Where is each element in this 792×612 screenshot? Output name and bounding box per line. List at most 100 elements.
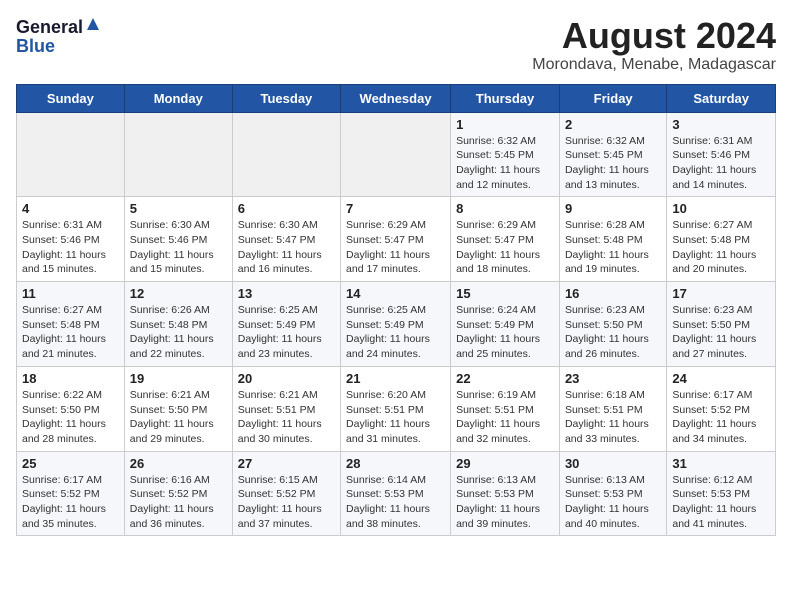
- day-number: 28: [346, 456, 445, 471]
- title-block: August 2024 Morondava, Menabe, Madagasca…: [532, 16, 776, 74]
- logo: General Blue: [16, 16, 101, 57]
- day-info: Sunrise: 6:30 AM Sunset: 5:47 PM Dayligh…: [238, 218, 335, 277]
- week-row-1: 4 Sunrise: 6:31 AM Sunset: 5:46 PM Daylig…: [17, 197, 776, 282]
- header-saturday: Saturday: [667, 84, 776, 112]
- day-number: 3: [672, 117, 770, 132]
- day-info: Sunrise: 6:32 AM Sunset: 5:45 PM Dayligh…: [456, 134, 554, 193]
- day-cell: 16 Sunrise: 6:23 AM Sunset: 5:50 PM Dayli…: [559, 282, 666, 367]
- day-info: Sunrise: 6:23 AM Sunset: 5:50 PM Dayligh…: [672, 303, 770, 362]
- day-info: Sunrise: 6:23 AM Sunset: 5:50 PM Dayligh…: [565, 303, 661, 362]
- week-row-2: 11 Sunrise: 6:27 AM Sunset: 5:48 PM Dayli…: [17, 282, 776, 367]
- day-cell: 14 Sunrise: 6:25 AM Sunset: 5:49 PM Dayli…: [341, 282, 451, 367]
- day-cell: 4 Sunrise: 6:31 AM Sunset: 5:46 PM Daylig…: [17, 197, 125, 282]
- header-wednesday: Wednesday: [341, 84, 451, 112]
- logo-general-text: General: [16, 18, 83, 36]
- day-cell: 22 Sunrise: 6:19 AM Sunset: 5:51 PM Dayli…: [451, 366, 560, 451]
- day-cell: 25 Sunrise: 6:17 AM Sunset: 5:52 PM Dayli…: [17, 451, 125, 536]
- day-cell: 24 Sunrise: 6:17 AM Sunset: 5:52 PM Dayli…: [667, 366, 776, 451]
- day-info: Sunrise: 6:17 AM Sunset: 5:52 PM Dayligh…: [22, 473, 119, 532]
- day-number: 5: [130, 201, 227, 216]
- day-info: Sunrise: 6:27 AM Sunset: 5:48 PM Dayligh…: [672, 218, 770, 277]
- day-cell: [341, 112, 451, 197]
- day-info: Sunrise: 6:22 AM Sunset: 5:50 PM Dayligh…: [22, 388, 119, 447]
- day-cell: 18Sunrise: 6:22 AM Sunset: 5:50 PM Dayli…: [17, 366, 125, 451]
- day-info: Sunrise: 6:31 AM Sunset: 5:46 PM Dayligh…: [22, 218, 119, 277]
- day-number: 8: [456, 201, 554, 216]
- day-cell: 20 Sunrise: 6:21 AM Sunset: 5:51 PM Dayli…: [232, 366, 340, 451]
- day-number: 1: [456, 117, 554, 132]
- day-cell: 26Sunrise: 6:16 AM Sunset: 5:52 PM Dayli…: [124, 451, 232, 536]
- day-number: 29: [456, 456, 554, 471]
- day-number: 20: [238, 371, 335, 386]
- day-number: 15: [456, 286, 554, 301]
- day-cell: 10Sunrise: 6:27 AM Sunset: 5:48 PM Dayli…: [667, 197, 776, 282]
- calendar-header-row: SundayMondayTuesdayWednesdayThursdayFrid…: [17, 84, 776, 112]
- day-info: Sunrise: 6:20 AM Sunset: 5:51 PM Dayligh…: [346, 388, 445, 447]
- header-friday: Friday: [559, 84, 666, 112]
- day-number: 23: [565, 371, 661, 386]
- day-cell: 13Sunrise: 6:25 AM Sunset: 5:49 PM Dayli…: [232, 282, 340, 367]
- day-info: Sunrise: 6:24 AM Sunset: 5:49 PM Dayligh…: [456, 303, 554, 362]
- day-cell: 19Sunrise: 6:21 AM Sunset: 5:50 PM Dayli…: [124, 366, 232, 451]
- day-info: Sunrise: 6:15 AM Sunset: 5:52 PM Dayligh…: [238, 473, 335, 532]
- day-number: 12: [130, 286, 227, 301]
- day-cell: 12 Sunrise: 6:26 AM Sunset: 5:48 PM Dayli…: [124, 282, 232, 367]
- day-cell: 28Sunrise: 6:14 AM Sunset: 5:53 PM Dayli…: [341, 451, 451, 536]
- day-cell: 8Sunrise: 6:29 AM Sunset: 5:47 PM Daylig…: [451, 197, 560, 282]
- day-info: Sunrise: 6:25 AM Sunset: 5:49 PM Dayligh…: [346, 303, 445, 362]
- calendar-subtitle: Morondava, Menabe, Madagascar: [532, 56, 776, 74]
- day-info: Sunrise: 6:12 AM Sunset: 5:53 PM Dayligh…: [672, 473, 770, 532]
- week-row-4: 25 Sunrise: 6:17 AM Sunset: 5:52 PM Dayli…: [17, 451, 776, 536]
- day-info: Sunrise: 6:21 AM Sunset: 5:51 PM Dayligh…: [238, 388, 335, 447]
- day-number: 4: [22, 201, 119, 216]
- day-number: 7: [346, 201, 445, 216]
- day-number: 2: [565, 117, 661, 132]
- day-number: 11: [22, 286, 119, 301]
- day-info: Sunrise: 6:27 AM Sunset: 5:48 PM Dayligh…: [22, 303, 119, 362]
- day-cell: 31 Sunrise: 6:12 AM Sunset: 5:53 PM Dayli…: [667, 451, 776, 536]
- day-cell: 30Sunrise: 6:13 AM Sunset: 5:53 PM Dayli…: [559, 451, 666, 536]
- day-info: Sunrise: 6:31 AM Sunset: 5:46 PM Dayligh…: [672, 134, 770, 193]
- day-cell: 21 Sunrise: 6:20 AM Sunset: 5:51 PM Dayli…: [341, 366, 451, 451]
- day-number: 25: [22, 456, 119, 471]
- day-info: Sunrise: 6:26 AM Sunset: 5:48 PM Dayligh…: [130, 303, 227, 362]
- day-info: Sunrise: 6:21 AM Sunset: 5:50 PM Dayligh…: [130, 388, 227, 447]
- day-cell: 7Sunrise: 6:29 AM Sunset: 5:47 PM Daylig…: [341, 197, 451, 282]
- day-number: 9: [565, 201, 661, 216]
- day-cell: 1 Sunrise: 6:32 AM Sunset: 5:45 PM Daylig…: [451, 112, 560, 197]
- header-monday: Monday: [124, 84, 232, 112]
- day-info: Sunrise: 6:17 AM Sunset: 5:52 PM Dayligh…: [672, 388, 770, 447]
- day-info: Sunrise: 6:30 AM Sunset: 5:46 PM Dayligh…: [130, 218, 227, 277]
- day-cell: 5 Sunrise: 6:30 AM Sunset: 5:46 PM Daylig…: [124, 197, 232, 282]
- day-number: 30: [565, 456, 661, 471]
- day-number: 27: [238, 456, 335, 471]
- day-number: 26: [130, 456, 227, 471]
- logo-icon: [85, 16, 101, 32]
- day-number: 13: [238, 286, 335, 301]
- day-cell: 2 Sunrise: 6:32 AM Sunset: 5:45 PM Daylig…: [559, 112, 666, 197]
- week-row-0: 1 Sunrise: 6:32 AM Sunset: 5:45 PM Daylig…: [17, 112, 776, 197]
- day-cell: [124, 112, 232, 197]
- day-cell: 11 Sunrise: 6:27 AM Sunset: 5:48 PM Dayli…: [17, 282, 125, 367]
- day-cell: [232, 112, 340, 197]
- day-cell: 27 Sunrise: 6:15 AM Sunset: 5:52 PM Dayli…: [232, 451, 340, 536]
- day-cell: [17, 112, 125, 197]
- day-cell: 15 Sunrise: 6:24 AM Sunset: 5:49 PM Dayli…: [451, 282, 560, 367]
- header-sunday: Sunday: [17, 84, 125, 112]
- day-number: 24: [672, 371, 770, 386]
- day-number: 22: [456, 371, 554, 386]
- day-info: Sunrise: 6:32 AM Sunset: 5:45 PM Dayligh…: [565, 134, 661, 193]
- day-info: Sunrise: 6:19 AM Sunset: 5:51 PM Dayligh…: [456, 388, 554, 447]
- day-number: 31: [672, 456, 770, 471]
- day-number: 16: [565, 286, 661, 301]
- day-number: 17: [672, 286, 770, 301]
- day-cell: 9 Sunrise: 6:28 AM Sunset: 5:48 PM Daylig…: [559, 197, 666, 282]
- day-number: 21: [346, 371, 445, 386]
- week-row-3: 18Sunrise: 6:22 AM Sunset: 5:50 PM Dayli…: [17, 366, 776, 451]
- day-info: Sunrise: 6:18 AM Sunset: 5:51 PM Dayligh…: [565, 388, 661, 447]
- day-cell: 3 Sunrise: 6:31 AM Sunset: 5:46 PM Daylig…: [667, 112, 776, 197]
- day-number: 14: [346, 286, 445, 301]
- day-info: Sunrise: 6:28 AM Sunset: 5:48 PM Dayligh…: [565, 218, 661, 277]
- day-cell: 6Sunrise: 6:30 AM Sunset: 5:47 PM Daylig…: [232, 197, 340, 282]
- calendar-body: 1 Sunrise: 6:32 AM Sunset: 5:45 PM Daylig…: [17, 112, 776, 536]
